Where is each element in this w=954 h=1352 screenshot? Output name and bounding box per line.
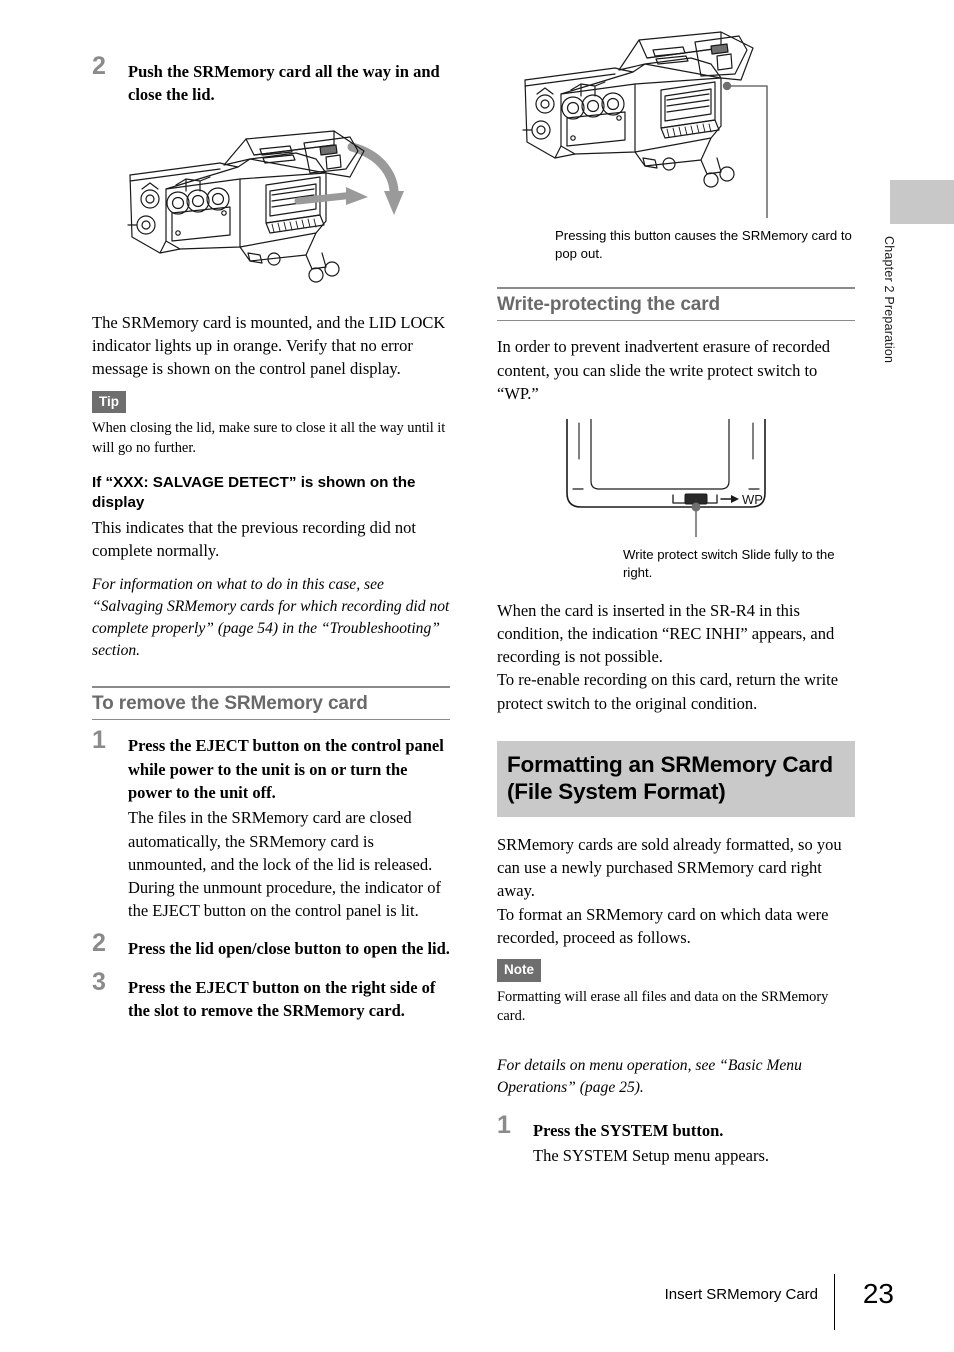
left-column: 2 Push the SRMemory card all the way in … — [92, 54, 450, 1029]
document-page: Chapter 2 Preparation 2 Push the SRMemor… — [0, 0, 954, 1352]
salvage-detect-body: This indicates that the previous recordi… — [92, 517, 416, 560]
step-body: The files in the SRMemory card are close… — [128, 808, 441, 921]
chapter-thumb-tab — [890, 180, 954, 224]
page-footer: Insert SRMemory Card 23 — [92, 1274, 894, 1330]
step-title: Press the lid open/close button to open … — [128, 938, 450, 958]
step-body: The SYSTEM Setup menu appears. — [533, 1146, 770, 1166]
subsection-write-protect-heading: Write-protecting the card — [497, 287, 855, 322]
write-protect-intro: In order to prevent inadvertent erasure … — [497, 337, 831, 403]
section-heading-line1: Formatting an SRMemory Card — [507, 751, 833, 777]
write-protect-switch-caption: Write protect switch Slide fully to the … — [623, 547, 835, 581]
section-heading-formatting: Formatting an SRMemory Card (File System… — [497, 740, 855, 817]
step-number: 1 — [92, 726, 106, 755]
step2-result-text: The SRMemory card is mounted, and the LI… — [92, 312, 446, 379]
subsection-heading-label: Write-protecting the card — [497, 294, 721, 316]
footer-section-label: Insert SRMemory Card — [664, 1286, 818, 1303]
step-number: 1 — [497, 1110, 511, 1139]
step-title: Push the SRMemory card all the way in an… — [128, 62, 440, 105]
recorder-eject-button-callout-diagram — [515, 28, 855, 223]
step-press-system-button: 1 Press the SYSTEM button. The SYSTEM Se… — [497, 1112, 855, 1168]
tip-text: When closing the lid, make sure to close… — [92, 420, 446, 456]
step-push-card: 2 Push the SRMemory card all the way in … — [92, 54, 450, 107]
step-title: Press the SYSTEM button. — [533, 1120, 724, 1140]
formatting-crossref: For details on menu operation, see “Basi… — [497, 1056, 802, 1096]
step-press-eject: 1 Press the EJECT button on the control … — [92, 728, 450, 923]
eject-button-caption: Pressing this button causes the SRMemory… — [555, 228, 852, 262]
chapter-tab-label: Chapter 2 Preparation — [882, 236, 896, 364]
subsection-heading-label: To remove the SRMemory card — [92, 693, 368, 715]
srmemory-card-write-protect-switch-diagram: WP — [561, 418, 855, 542]
note-block: Note Formatting will erase all files and… — [497, 949, 855, 1027]
section-heading-line2: (File System Format) — [507, 779, 726, 805]
write-protect-body: When the card is inserted in the SR-R4 i… — [497, 600, 839, 713]
recorder-lid-closing-diagram — [120, 129, 450, 299]
subsection-remove-card-heading: To remove the SRMemory card — [92, 686, 450, 721]
salvage-detect-crossref: For information on what to do in this ca… — [92, 576, 450, 660]
tip-block: Tip When closing the lid, make sure to c… — [92, 381, 450, 459]
formatting-body: SRMemory cards are sold already formatte… — [497, 834, 842, 947]
svg-text:WP: WP — [742, 492, 763, 507]
note-text: Formatting will erase all files and data… — [497, 988, 829, 1025]
step-title: Press the EJECT button on the right side… — [128, 978, 436, 1021]
footer-divider — [834, 1274, 835, 1330]
page-number: 23 — [862, 1278, 894, 1309]
step-press-eject-slot: 3 Press the EJECT button on the right si… — [92, 970, 450, 1023]
salvage-detect-heading: If “XXX: SALVAGE DETECT” is shown on the… — [92, 473, 416, 511]
step-press-lid-button: 2 Press the lid open/close button to ope… — [92, 930, 450, 960]
right-column: Pressing this button causes the SRMemory… — [497, 28, 855, 1174]
note-badge: Note — [497, 959, 541, 982]
step-title: Press the EJECT button on the control pa… — [128, 736, 444, 802]
tip-badge: Tip — [92, 390, 126, 414]
step-number: 2 — [92, 928, 106, 957]
step-number: 2 — [92, 52, 106, 80]
step-number: 3 — [92, 968, 106, 997]
